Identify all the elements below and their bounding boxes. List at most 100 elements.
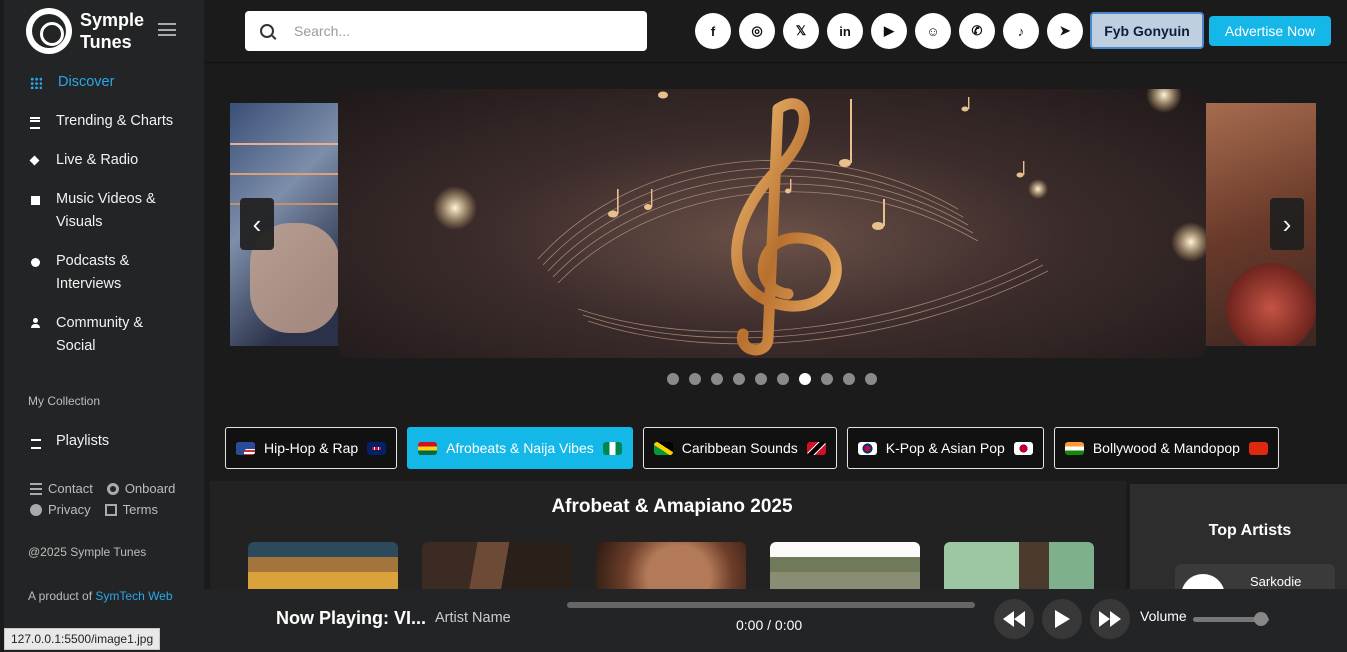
tab-bollywood[interactable]: Bollywood & Mandopop	[1053, 427, 1279, 469]
carousel-dot[interactable]	[865, 373, 877, 385]
now-playing-artist: Artist Name	[435, 610, 511, 626]
volume-label: Volume	[1140, 608, 1187, 624]
uk-flag-icon	[367, 441, 387, 455]
carousel-dot[interactable]	[777, 373, 789, 385]
list-icon	[28, 110, 42, 133]
sidebar-item-podcasts[interactable]: Podcasts & Interviews	[28, 250, 148, 296]
artist-name: Sarkodie	[1250, 574, 1302, 589]
top-artists-title: Top Artists	[1208, 522, 1292, 539]
india-flag-icon	[1064, 441, 1084, 455]
user-icon	[28, 312, 42, 335]
sidebar-item-discover[interactable]: Discover	[28, 71, 198, 94]
podcast-icon	[28, 250, 42, 273]
video-thumbnail[interactable]	[248, 542, 398, 592]
rewind-button[interactable]	[994, 599, 1034, 639]
carousel-dot[interactable]	[821, 373, 833, 385]
sidebar-item-label: Music Videos & Visuals	[56, 191, 156, 230]
logo[interactable]: Symple Tunes	[26, 8, 144, 54]
carousel-dot[interactable]	[843, 373, 855, 385]
copyright: @2025 Symple Tunes	[28, 545, 147, 559]
facebook-icon[interactable]: f	[695, 13, 731, 49]
ghana-flag-icon	[418, 441, 438, 455]
snapchat-icon[interactable]: ☺	[915, 13, 951, 49]
video-thumbnail[interactable]	[596, 542, 746, 592]
playlist-icon	[28, 430, 42, 453]
onboard-icon	[106, 482, 119, 495]
sidebar-item-music-videos[interactable]: Music Videos & Visuals	[28, 188, 168, 234]
sidebar-item-label: Trending & Charts	[56, 113, 174, 129]
search-icon[interactable]	[260, 24, 274, 38]
contact-icon	[30, 482, 42, 495]
x-icon[interactable]: 𝕏	[783, 13, 819, 49]
symtech-link[interactable]: SymTech Web	[95, 589, 172, 603]
whatsapp-icon[interactable]: ✆	[959, 13, 995, 49]
video-thumbnails	[248, 542, 1094, 592]
product-credit: A product of SymTech Web	[28, 589, 173, 603]
sidebar-item-label: Live & Radio	[56, 152, 139, 168]
carousel-active-slide-image[interactable]	[338, 89, 1206, 358]
sidebar-item-community[interactable]: Community & Social	[28, 312, 158, 358]
top-bar: f ◎ 𝕏 in ▶ ☺ ✆ ♪ ➤ Fyb Gonyuin Advertise…	[204, 0, 1347, 63]
tiktok-icon[interactable]: ♪	[1003, 13, 1039, 49]
instagram-icon[interactable]: ◎	[739, 13, 775, 49]
volume-slider-handle[interactable]	[1254, 612, 1269, 626]
sidebar-item-playlists[interactable]: Playlists	[28, 430, 198, 453]
terms-link[interactable]: Terms	[104, 502, 158, 517]
play-icon	[1055, 610, 1070, 628]
user-account-button[interactable]: Fyb Gonyuin	[1090, 12, 1204, 49]
sidebar-item-label: Podcasts & Interviews	[56, 253, 130, 292]
video-thumbnail[interactable]	[944, 542, 1094, 592]
carousel-next-button[interactable]: ›	[1270, 198, 1304, 250]
tab-afrobeats[interactable]: Afrobeats & Naija Vibes	[407, 427, 633, 469]
privacy-link[interactable]: Privacy	[30, 502, 91, 517]
fast-forward-button[interactable]	[1090, 599, 1130, 639]
carousel-dot[interactable]	[733, 373, 745, 385]
tab-hip-hop[interactable]: Hip-Hop & Rap	[225, 427, 398, 469]
fast-forward-icon	[1099, 611, 1121, 627]
onboard-link[interactable]: Onboard	[106, 481, 175, 496]
japan-flag-icon	[1013, 441, 1033, 455]
contact-link[interactable]: Contact	[30, 481, 93, 496]
privacy-icon	[30, 503, 42, 516]
hero-carousel: ‹ ›	[204, 63, 1347, 403]
sidebar-item-label: Playlists	[56, 433, 110, 449]
tab-kpop[interactable]: K-Pop & Asian Pop	[846, 427, 1044, 469]
carousel-dot[interactable]	[755, 373, 767, 385]
carousel-prev-button[interactable]: ‹	[240, 198, 274, 250]
carousel-dot[interactable]	[711, 373, 723, 385]
logo-mark-icon	[26, 8, 72, 54]
sidebar-item-trending[interactable]: Trending & Charts	[28, 110, 198, 133]
carousel-dot[interactable]	[667, 373, 679, 385]
play-button[interactable]	[1042, 599, 1082, 639]
carousel-dot[interactable]	[799, 373, 811, 385]
video-thumbnail[interactable]	[422, 542, 572, 592]
app-root: Symple Tunes Discover Trending & Charts …	[0, 0, 1347, 652]
grid-icon	[30, 77, 42, 89]
nigeria-flag-icon	[602, 441, 622, 455]
rewind-icon	[1003, 611, 1025, 627]
china-flag-icon	[1248, 441, 1268, 455]
tab-caribbean[interactable]: Caribbean Sounds	[642, 427, 837, 469]
now-playing-title: Now Playing: VI...	[276, 608, 427, 628]
section-title: Afrobeat & Amapiano 2025	[551, 496, 793, 517]
sidebar-item-label: Community & Social	[56, 315, 144, 354]
radio-icon	[28, 149, 42, 172]
sidebar-item-live-radio[interactable]: Live & Radio	[28, 149, 198, 172]
hamburger-menu-icon[interactable]	[158, 23, 176, 36]
telegram-icon[interactable]: ➤	[1047, 13, 1083, 49]
carousel-dots	[667, 373, 877, 385]
genre-section: Afrobeat & Amapiano 2025	[210, 481, 1126, 592]
footer-links: Contact Onboard Privacy Terms	[30, 478, 205, 520]
video-thumbnail[interactable]	[770, 542, 920, 592]
logo-text: Symple Tunes	[80, 10, 145, 52]
linkedin-icon[interactable]: in	[827, 13, 863, 49]
progress-bar[interactable]	[567, 602, 975, 608]
search-input[interactable]	[294, 23, 624, 39]
advertise-button[interactable]: Advertise Now	[1209, 16, 1331, 46]
sidebar: Symple Tunes Discover Trending & Charts …	[4, 0, 204, 652]
carousel-dot[interactable]	[689, 373, 701, 385]
terms-icon	[104, 503, 117, 516]
search-box	[245, 11, 647, 51]
playback-time: 0:00 / 0:00	[736, 617, 803, 633]
youtube-icon[interactable]: ▶	[871, 13, 907, 49]
